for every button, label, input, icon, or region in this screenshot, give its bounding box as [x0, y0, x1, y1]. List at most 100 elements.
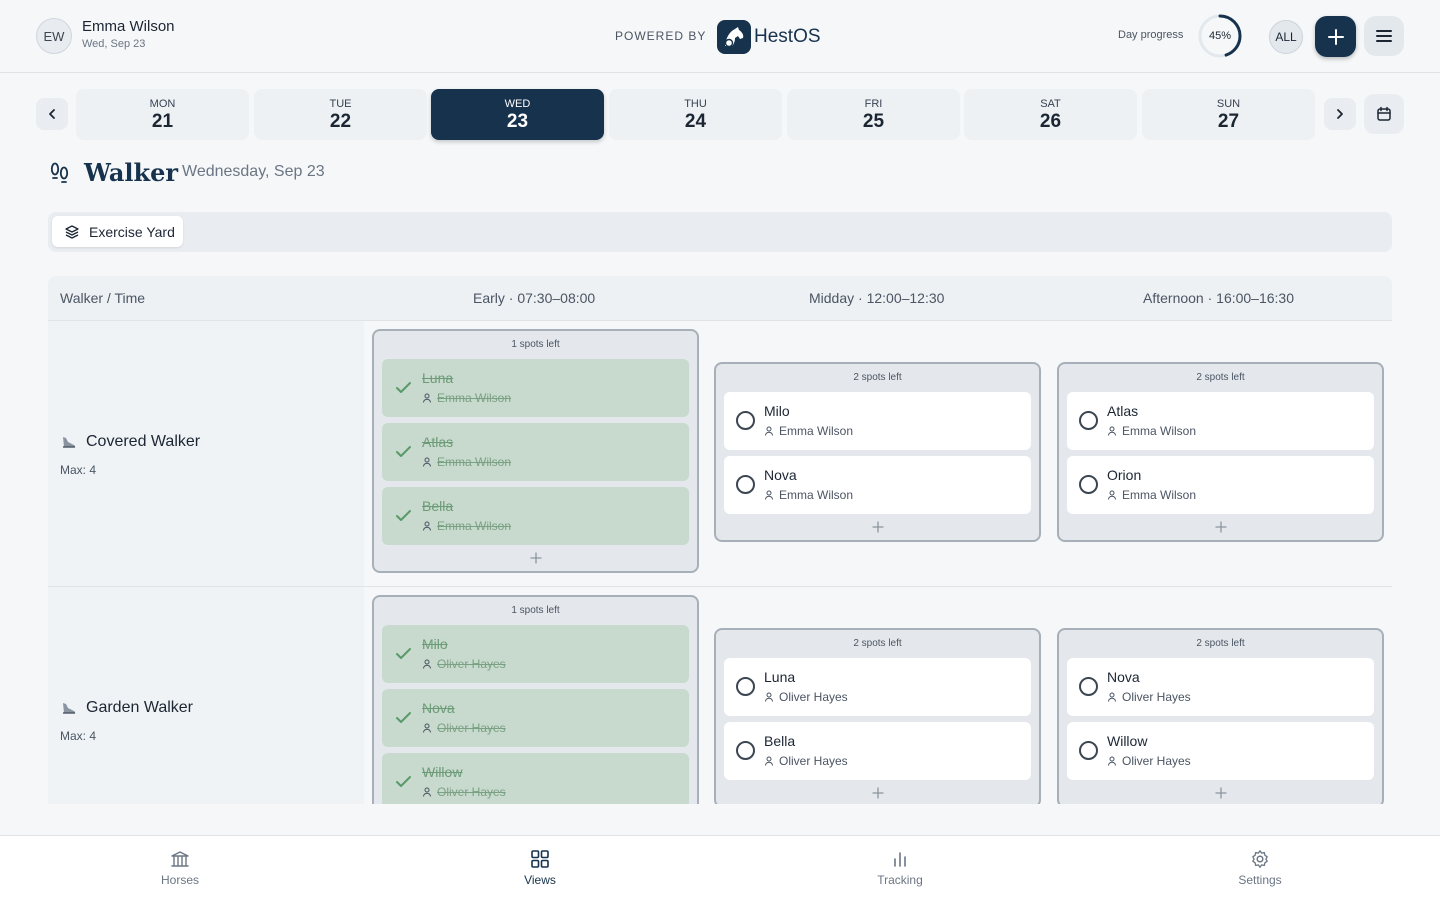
- add-assignment-button[interactable]: [1059, 514, 1382, 540]
- assignee-name: Oliver Hayes: [437, 721, 506, 735]
- spots-left: 2 spots left: [853, 638, 902, 649]
- prev-week-button[interactable]: [36, 98, 68, 130]
- walker-max: Max: 4: [60, 463, 97, 477]
- plus-icon: [1214, 787, 1227, 799]
- time-slot: 2 spots left Luna Oliver Hayes Bella Oliver …: [714, 628, 1041, 804]
- completed-check[interactable]: [394, 772, 413, 791]
- assignment-card[interactable]: Milo Emma Wilson: [724, 392, 1031, 450]
- day-tab-mon[interactable]: MON 21: [76, 89, 249, 140]
- location-chip-exercise-yard[interactable]: Exercise Yard: [52, 216, 183, 247]
- assignment-card[interactable]: Willow Oliver Hayes: [382, 753, 689, 804]
- add-assignment-button[interactable]: [1059, 780, 1382, 804]
- check-icon: [396, 382, 411, 393]
- walker-name: Garden Walker: [60, 699, 193, 717]
- nav-settings[interactable]: Settings: [1200, 849, 1320, 887]
- day-tab-tue[interactable]: TUE 22: [254, 89, 427, 140]
- horse-name: Willow: [422, 764, 463, 780]
- assignment-card[interactable]: Orion Emma Wilson: [1067, 456, 1374, 514]
- completed-check[interactable]: [394, 506, 413, 525]
- walker-schedule-table: Walker / Time Early · 07:30–08:00 Midday…: [48, 276, 1392, 804]
- add-assignment-button[interactable]: [716, 514, 1039, 540]
- day-number: 24: [684, 111, 707, 132]
- assignee-name: Emma Wilson: [779, 488, 854, 502]
- complete-toggle[interactable]: [1079, 741, 1098, 760]
- day-tab-sat[interactable]: SAT 26: [964, 89, 1137, 140]
- assignment-card[interactable]: Atlas Emma Wilson: [1067, 392, 1374, 450]
- assignment-card[interactable]: Bella Emma Wilson: [382, 487, 689, 545]
- filter-all-button[interactable]: ALL: [1269, 20, 1303, 54]
- calendar-button[interactable]: [1364, 94, 1404, 134]
- complete-toggle[interactable]: [1079, 475, 1098, 494]
- column-header-midday: Midday · 12:00–12:30: [809, 290, 945, 306]
- horse-name: Orion: [1107, 467, 1142, 483]
- assignment-card[interactable]: Nova Emma Wilson: [724, 456, 1031, 514]
- complete-toggle[interactable]: [736, 677, 755, 696]
- nav-views[interactable]: Views: [480, 849, 600, 887]
- completed-check[interactable]: [394, 644, 413, 663]
- add-button[interactable]: [1315, 16, 1356, 57]
- assignee: Oliver Hayes: [422, 785, 506, 799]
- assignee: Emma Wilson: [422, 455, 511, 469]
- assignee: Oliver Hayes: [764, 690, 848, 704]
- check-icon: [396, 776, 411, 787]
- complete-toggle[interactable]: [736, 475, 755, 494]
- plus-icon: [871, 787, 884, 799]
- assignment-card[interactable]: Atlas Emma Wilson: [382, 423, 689, 481]
- add-assignment-button[interactable]: [374, 545, 697, 571]
- assignment-card[interactable]: Luna Oliver Hayes: [724, 658, 1031, 716]
- complete-toggle[interactable]: [736, 411, 755, 430]
- day-tab-fri[interactable]: FRI 25: [787, 89, 960, 140]
- assignee-name: Oliver Hayes: [1122, 690, 1191, 704]
- assignment-card[interactable]: Nova Oliver Hayes: [382, 689, 689, 747]
- avatar[interactable]: EW: [36, 18, 72, 54]
- horse-name: Bella: [422, 498, 454, 514]
- assignment-card[interactable]: Luna Emma Wilson: [382, 359, 689, 417]
- menu-button[interactable]: [1364, 16, 1404, 56]
- horse-name: Milo: [764, 403, 790, 419]
- person-icon: [423, 393, 431, 403]
- day-tab-wed[interactable]: WED 23: [431, 89, 604, 140]
- add-assignment-button[interactable]: [716, 780, 1039, 804]
- walker-cell: Covered Walker Max: 4: [48, 321, 364, 586]
- spots-left: 2 spots left: [1196, 638, 1245, 649]
- assignee: Emma Wilson: [1107, 488, 1196, 502]
- person-icon: [765, 426, 773, 436]
- completed-check[interactable]: [394, 378, 413, 397]
- brand-name: HestOS: [754, 26, 821, 47]
- walker-cell: Garden Walker Max: 4: [48, 587, 364, 804]
- complete-toggle[interactable]: [1079, 411, 1098, 430]
- plus-icon: [1327, 28, 1344, 45]
- plus-icon: [529, 552, 542, 564]
- day-number: 21: [151, 111, 174, 132]
- assignment-card[interactable]: Milo Oliver Hayes: [382, 625, 689, 683]
- day-tab-thu[interactable]: THU 24: [609, 89, 782, 140]
- top-bar: EW Emma Wilson Wed, Sep 23 POWERED BY S …: [0, 0, 1440, 73]
- assignee-name: Emma Wilson: [1122, 424, 1197, 438]
- assignee: Emma Wilson: [764, 488, 853, 502]
- assignee: Oliver Hayes: [1107, 754, 1191, 768]
- day-of-week: WED: [504, 98, 531, 110]
- hoofprints-icon: [48, 160, 72, 189]
- spots-left: 1 spots left: [511, 339, 560, 350]
- person-icon: [1108, 692, 1116, 702]
- table-header: Walker / Time Early · 07:30–08:00 Midday…: [48, 276, 1392, 321]
- complete-toggle[interactable]: [736, 741, 755, 760]
- nav-tracking[interactable]: Tracking: [840, 849, 960, 887]
- assignment-card[interactable]: Willow Oliver Hayes: [1067, 722, 1374, 780]
- day-tab-sun[interactable]: SUN 27: [1142, 89, 1315, 140]
- time-slot: 1 spots left Milo Oliver Hayes Nova Oliver H…: [372, 595, 699, 804]
- column-header-walker: Walker / Time: [60, 290, 146, 306]
- assignment-card[interactable]: Bella Oliver Hayes: [724, 722, 1031, 780]
- person-icon: [423, 723, 431, 733]
- next-week-button[interactable]: [1324, 98, 1356, 130]
- completed-check[interactable]: [394, 708, 413, 727]
- nav-horses[interactable]: Horses: [120, 849, 240, 887]
- completed-check[interactable]: [394, 442, 413, 461]
- horse-name: Nova: [764, 467, 797, 483]
- assignee-name: Emma Wilson: [437, 391, 512, 405]
- complete-toggle[interactable]: [1079, 677, 1098, 696]
- person-icon: [765, 692, 773, 702]
- day-number: 26: [1039, 111, 1062, 132]
- chevron-right-icon: [1337, 109, 1343, 119]
- assignment-card[interactable]: Nova Oliver Hayes: [1067, 658, 1374, 716]
